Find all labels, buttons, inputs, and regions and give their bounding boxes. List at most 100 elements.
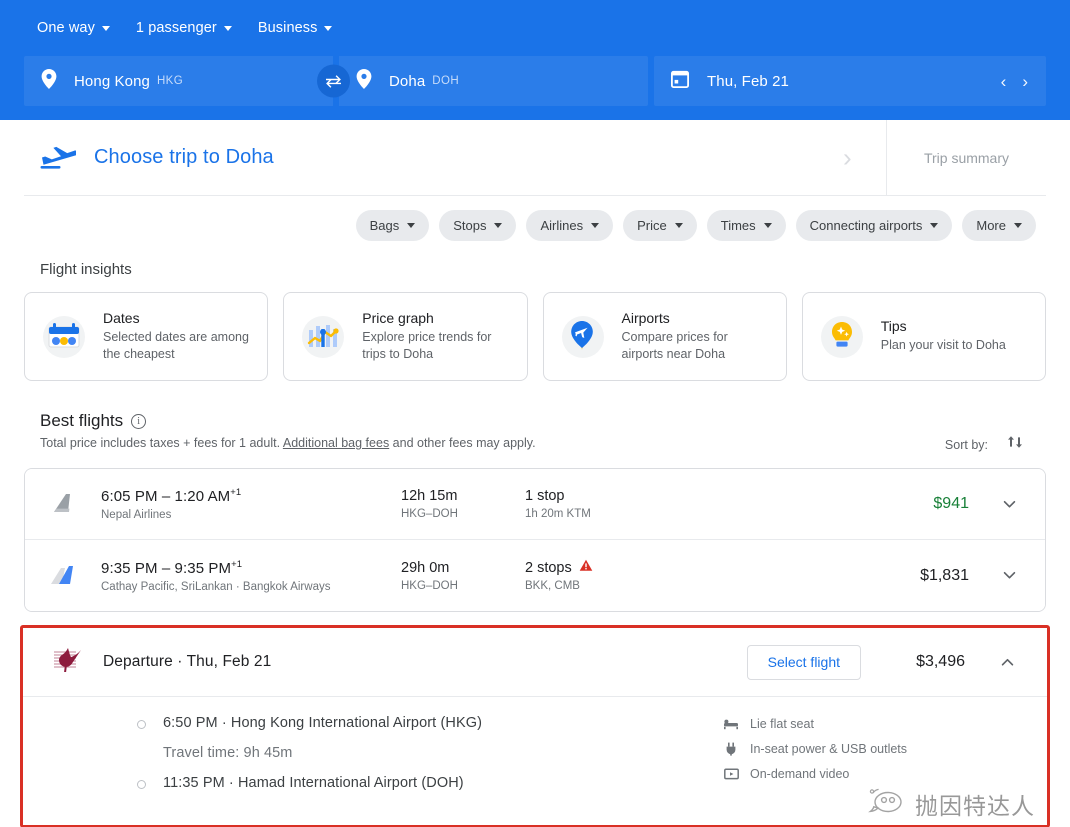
best-flights-heading: Best flights bbox=[40, 411, 124, 430]
location-pin-icon bbox=[356, 68, 372, 94]
chevron-down-icon bbox=[1014, 223, 1022, 228]
travel-time-text: Travel time: 9h 45m bbox=[163, 745, 293, 761]
list-item: 6:50 PM · Hong Kong International Airpor… bbox=[137, 715, 723, 731]
calendar-icon bbox=[670, 70, 690, 93]
origin-code: HKG bbox=[156, 75, 184, 87]
chevron-down-icon bbox=[674, 223, 683, 228]
selected-flight-card: Departure · Thu, Feb 21 Select flight $3… bbox=[20, 625, 1050, 827]
swap-airports-button[interactable] bbox=[317, 64, 350, 98]
sort-arrows-icon[interactable] bbox=[1006, 433, 1024, 456]
select-flight-button[interactable]: Select flight bbox=[746, 644, 861, 680]
insight-card-airports[interactable]: Airports Compare prices for airports nea… bbox=[542, 292, 787, 381]
filter-chip-label: Times bbox=[720, 218, 756, 233]
trip-heading-group: Choose trip to Doha bbox=[24, 140, 274, 175]
stop-detail: 1h 20m KTM bbox=[525, 508, 591, 520]
insight-card-price-graph[interactable]: Price graph Explore price trends for tri… bbox=[283, 292, 528, 381]
trip-summary-label: Trip summary bbox=[923, 149, 1010, 166]
table-row[interactable]: 9:35 PM – 9:35 PM+1 Cathay Pacific, SriL… bbox=[25, 540, 1045, 611]
leg-dot-icon bbox=[137, 720, 146, 729]
trip-type-selector[interactable]: One way bbox=[37, 20, 110, 36]
list-item: In-seat power & USB outlets bbox=[723, 742, 1023, 756]
airport-pin-icon bbox=[557, 311, 609, 363]
arrival-leg-text: 11:35 PM · Hamad International Airport (… bbox=[163, 775, 464, 791]
flight-route: HKG–DOH bbox=[401, 508, 458, 520]
filter-chip-airlines[interactable]: Airlines bbox=[526, 210, 614, 241]
insight-card-title: Airports bbox=[621, 309, 670, 326]
flight-insights-heading: Flight insights bbox=[40, 261, 132, 278]
departure-date-text: Thu, Feb 21 bbox=[707, 72, 789, 90]
list-item: Travel time: 9h 45m bbox=[137, 731, 723, 775]
day-offset: +1 bbox=[231, 558, 243, 570]
table-row[interactable]: 6:05 PM – 1:20 AM+1 Nepal Airlines 12h 1… bbox=[25, 469, 1045, 540]
disclaimer-prefix: Total price includes taxes + fees for 1 … bbox=[40, 436, 283, 450]
trip-summary-tab[interactable]: › Trip summary bbox=[843, 120, 1046, 195]
on-demand-video-icon bbox=[723, 767, 739, 781]
flight-times: 9:35 PM – 9:35 PM+1 bbox=[101, 558, 243, 577]
destination-code: DOH bbox=[432, 75, 460, 87]
chevron-up-icon[interactable] bbox=[965, 653, 1023, 672]
passengers-label: 1 passenger bbox=[135, 20, 217, 36]
chevron-down-icon bbox=[223, 25, 232, 31]
sort-control[interactable]: Sort by: bbox=[945, 411, 1046, 456]
sort-by-label: Sort by: bbox=[944, 437, 988, 452]
filter-chip-label: More bbox=[976, 218, 1006, 233]
filter-chip-stops[interactable]: Stops bbox=[439, 210, 517, 241]
filter-chip-label: Price bbox=[637, 218, 667, 233]
choose-trip-bar: Choose trip to Doha › Trip summary bbox=[24, 120, 1046, 196]
filter-chip-times[interactable]: Times bbox=[706, 210, 786, 241]
filter-chip-label: Connecting airports bbox=[809, 218, 923, 233]
flight-price: $941 bbox=[933, 495, 969, 512]
chevron-down-icon bbox=[591, 223, 600, 228]
amenity-label: Lie flat seat bbox=[750, 717, 814, 731]
next-date-button[interactable]: › bbox=[1022, 73, 1028, 90]
amenity-label: In-seat power & USB outlets bbox=[750, 742, 908, 756]
price-graph-icon bbox=[297, 311, 349, 363]
previous-date-button[interactable]: ‹ bbox=[1001, 73, 1007, 90]
flight-stops: 1 stop bbox=[525, 488, 565, 504]
chevron-down-icon bbox=[494, 223, 503, 228]
insight-card-tips[interactable]: Tips Plan your visit to Doha bbox=[801, 292, 1046, 381]
trip-options-row: One way 1 passenger Business bbox=[24, 0, 1046, 56]
chevron-down-icon[interactable] bbox=[969, 495, 1023, 514]
flight-results-list: 6:05 PM – 1:20 AM+1 Nepal Airlines 12h 1… bbox=[24, 468, 1046, 612]
filter-chips-row: Bags Stops Airlines Price Times Connecti… bbox=[0, 196, 1070, 241]
chevron-down-icon bbox=[407, 223, 416, 228]
filter-chip-connecting-airports[interactable]: Connecting airports bbox=[795, 210, 953, 241]
cabin-class-selector[interactable]: Business bbox=[258, 20, 333, 36]
selected-flight-header[interactable]: Departure · Thu, Feb 21 Select flight $3… bbox=[23, 628, 1047, 697]
itinerary-legs: 6:50 PM · Hong Kong International Airpor… bbox=[45, 715, 723, 803]
amenities-list: Lie flat seat In-seat power & USB outlet… bbox=[723, 715, 1023, 803]
departure-leg-text: 6:50 PM · Hong Kong International Airpor… bbox=[163, 715, 483, 731]
chevron-down-icon[interactable] bbox=[969, 566, 1023, 585]
best-flights-header: Best flights i Total price includes taxe… bbox=[0, 381, 1070, 456]
insight-card-title: Tips bbox=[880, 318, 907, 335]
qatar-airways-oryx-icon bbox=[45, 644, 103, 681]
info-icon[interactable]: i bbox=[131, 413, 147, 429]
lie-flat-seat-icon bbox=[723, 718, 739, 730]
date-nav-group: ‹ › bbox=[1001, 73, 1028, 90]
flight-duration: 12h 15m bbox=[401, 488, 458, 504]
flight-duration: 29h 0m bbox=[401, 559, 450, 576]
takeoff-plane-icon bbox=[38, 140, 78, 175]
filter-chip-more[interactable]: More bbox=[962, 210, 1036, 241]
flight-price: $1,831 bbox=[920, 566, 969, 584]
chevron-down-icon bbox=[101, 25, 110, 31]
origin-input[interactable]: Hong Kong HKG bbox=[24, 56, 333, 106]
insight-card-title: Price graph bbox=[362, 309, 434, 326]
filter-chip-bags[interactable]: Bags bbox=[355, 210, 430, 241]
trip-type-label: One way bbox=[37, 20, 95, 36]
insight-card-subtitle: Compare prices for airports near Doha bbox=[621, 329, 728, 361]
passengers-selector[interactable]: 1 passenger bbox=[136, 20, 232, 36]
stop-detail: BKK, CMB bbox=[525, 580, 580, 592]
departure-date-input[interactable]: Thu, Feb 21 ‹ › bbox=[654, 56, 1046, 106]
flight-route: HKG–DOH bbox=[401, 579, 458, 592]
destination-input[interactable]: Doha DOH bbox=[339, 56, 648, 106]
list-item: 11:35 PM · Hamad International Airport (… bbox=[137, 775, 723, 791]
additional-bag-fees-link[interactable]: Additional bag fees bbox=[283, 436, 389, 450]
insight-card-dates[interactable]: Dates Selected dates are among the cheap… bbox=[24, 292, 269, 381]
filter-chip-label: Stops bbox=[453, 218, 487, 233]
chevron-down-icon bbox=[763, 223, 772, 228]
filter-chip-price[interactable]: Price bbox=[623, 210, 697, 241]
location-pin-icon bbox=[41, 68, 57, 94]
flight-stops: 2 stops bbox=[525, 559, 859, 576]
